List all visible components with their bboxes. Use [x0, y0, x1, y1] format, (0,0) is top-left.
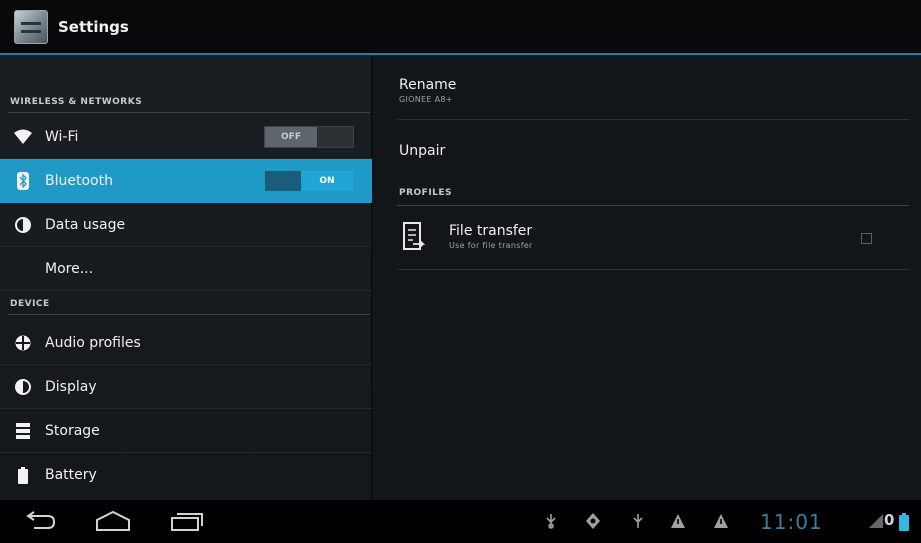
unpair-title: Unpair — [399, 143, 446, 159]
settings-item-label: Wi-Fi — [45, 128, 79, 145]
toggle-track — [265, 171, 301, 191]
app-title: Settings — [58, 17, 129, 36]
divider — [397, 119, 909, 120]
file-transfer-item[interactable]: File transfer Use for file transfer — [449, 223, 849, 250]
signal-icon — [868, 513, 884, 529]
file-transfer-summary: Use for file transfer — [449, 241, 533, 250]
status-clock: 11:01 — [760, 510, 823, 534]
bluetooth-icon — [13, 171, 33, 191]
bluetooth-details-pane: Rename GIONEE A8+ Unpair PROFILES File t… — [373, 55, 921, 500]
settings-item-wifi[interactable]: Wi-Fi OFF — [0, 115, 372, 159]
battery-icon — [899, 513, 909, 531]
settings-item-label: Display — [45, 378, 97, 395]
settings-item-label: Data usage — [45, 216, 126, 233]
warning-icon — [670, 513, 686, 529]
settings-item-label: Audio profiles — [45, 334, 141, 351]
wifi-toggle[interactable]: OFF — [264, 126, 354, 148]
system-navigation-bar: 11:01 0 — [0, 500, 921, 543]
section-divider — [397, 205, 909, 206]
home-icon[interactable] — [93, 508, 133, 534]
storage-icon — [13, 421, 33, 441]
file-transfer-title: File transfer — [449, 223, 533, 239]
file-transfer-icon — [403, 222, 426, 254]
bluetooth-toggle[interactable]: ON — [264, 170, 354, 192]
section-divider — [8, 112, 370, 113]
toggle-knob: OFF — [265, 127, 317, 147]
section-divider — [8, 314, 370, 315]
profiles-header: PROFILES — [399, 188, 453, 198]
data-usage-icon — [13, 215, 33, 235]
tablet-screen: Settings WIRELESS & NETWORKS Wi-Fi OFF B… — [0, 0, 921, 543]
settings-item-display[interactable]: Display — [0, 365, 372, 409]
usb-debug-icon — [585, 513, 601, 529]
usb-icon — [543, 513, 559, 529]
section-header-wireless: WIRELESS & NETWORKS — [10, 97, 143, 107]
settings-item-label: Storage — [45, 422, 100, 439]
recent-apps-icon[interactable] — [166, 508, 206, 534]
settings-item-battery[interactable]: Battery — [0, 453, 372, 497]
settings-item-audio-profiles[interactable]: Audio profiles — [0, 321, 372, 365]
action-bar: Settings — [0, 0, 921, 55]
battery-icon — [13, 465, 33, 485]
display-icon — [13, 377, 33, 397]
wifi-icon — [13, 127, 33, 147]
audio-profiles-icon — [13, 333, 33, 353]
toggle-knob: ON — [301, 171, 353, 191]
device-name: GIONEE A8+ — [399, 95, 453, 104]
settings-item-data-usage[interactable]: Data usage — [0, 203, 372, 247]
section-header-device: DEVICE — [10, 299, 50, 309]
rename-item[interactable]: Rename GIONEE A8+ — [399, 77, 909, 104]
settings-item-label: More... — [45, 260, 94, 277]
rename-title: Rename — [399, 77, 457, 93]
back-icon[interactable] — [20, 508, 60, 534]
settings-item-label: Bluetooth — [45, 172, 113, 189]
battery-level: 0 — [884, 511, 895, 529]
settings-list: WIRELESS & NETWORKS Wi-Fi OFF Bluetooth … — [0, 55, 372, 500]
divider — [397, 269, 909, 270]
settings-item-bluetooth[interactable]: Bluetooth ON — [0, 159, 372, 203]
settings-icon[interactable] — [14, 9, 48, 44]
warning-icon — [713, 513, 729, 529]
unpair-item[interactable]: Unpair — [399, 143, 909, 159]
settings-item-label: Battery — [45, 467, 97, 483]
file-transfer-checkbox[interactable] — [861, 233, 872, 244]
settings-item-more[interactable]: More... — [0, 247, 372, 291]
settings-item-storage[interactable]: Storage — [0, 409, 372, 453]
usb-icon — [630, 513, 646, 529]
